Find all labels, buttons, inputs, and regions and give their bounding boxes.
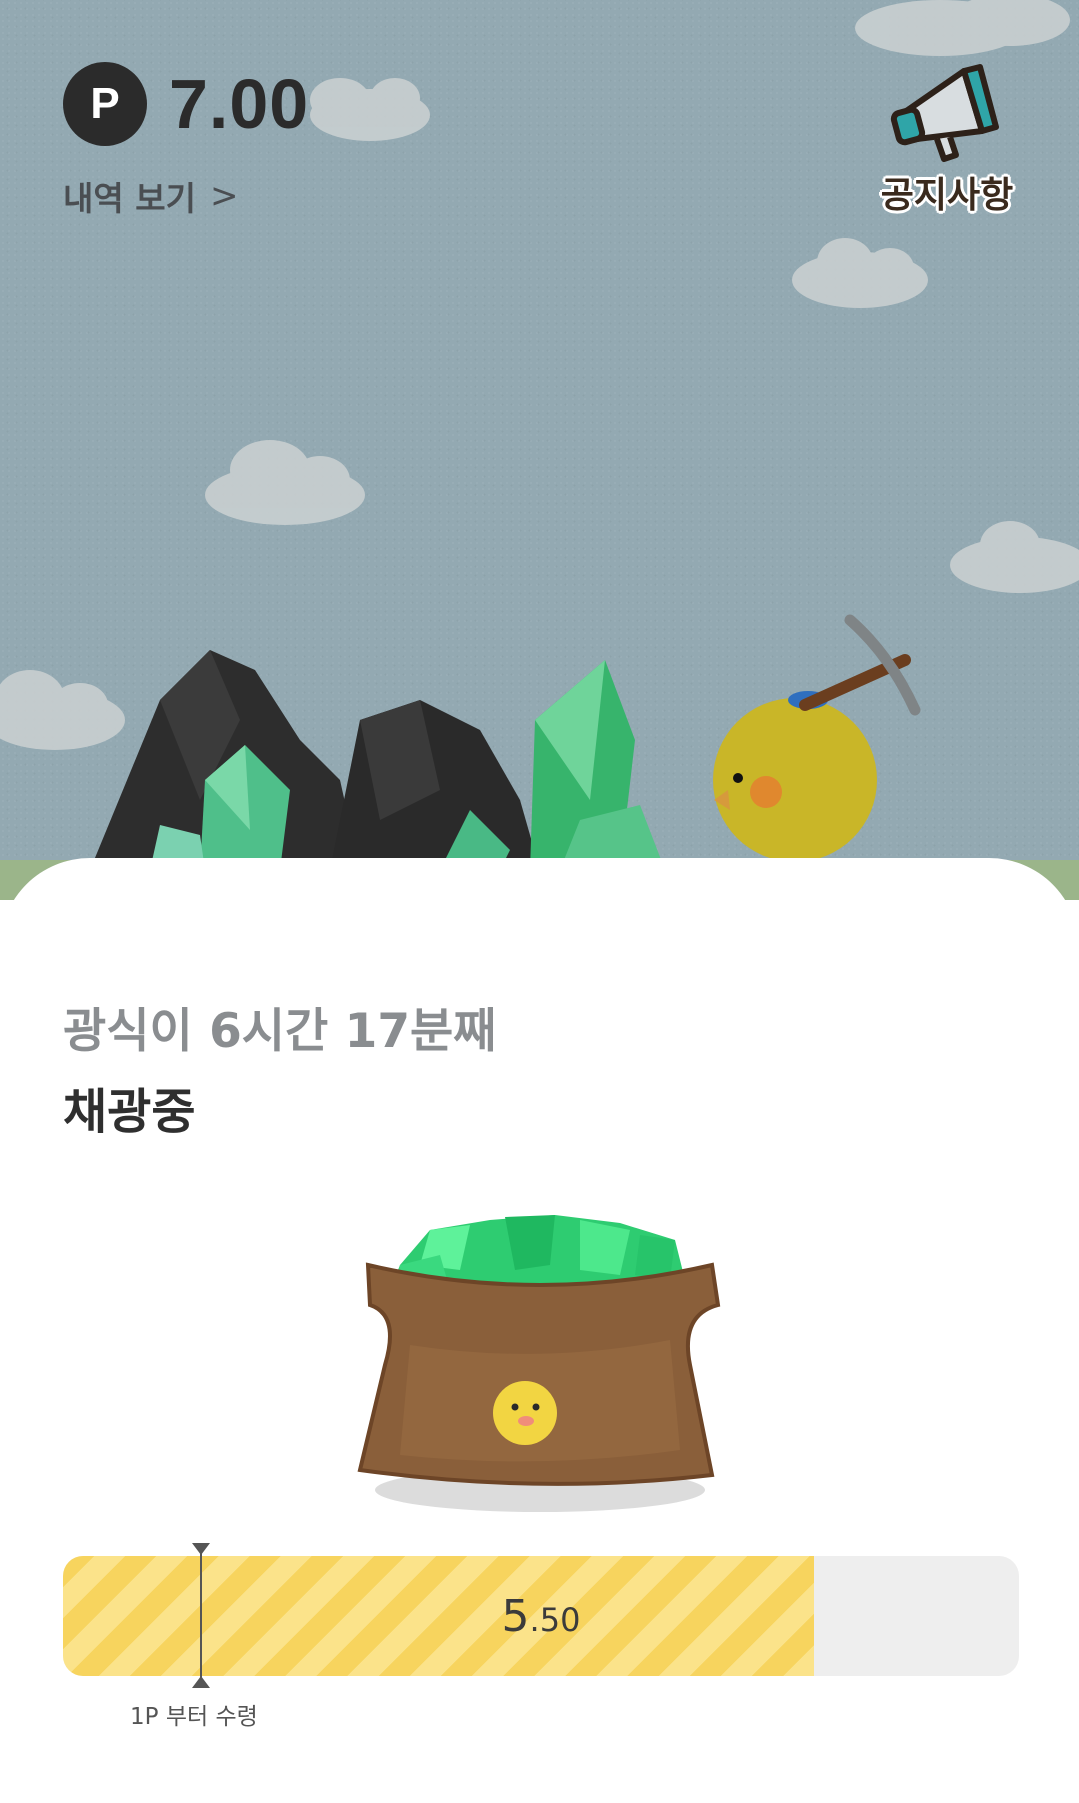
point-balance: P 7.00 xyxy=(63,62,309,146)
mining-progress-bar: 5 .50 xyxy=(63,1556,1019,1676)
history-link[interactable]: 내역 보기 > xyxy=(63,172,238,220)
mining-status-text: 채광중 xyxy=(63,1084,196,1140)
progress-value: 5 .50 xyxy=(63,1556,1019,1676)
progress-value-dec: .50 xyxy=(529,1601,581,1639)
chevron-right-icon: > xyxy=(209,176,239,216)
mining-duration-text: 광식이 6시간 17분째 xyxy=(63,1004,497,1059)
min-claim-marker xyxy=(192,1543,210,1688)
point-badge-icon: P xyxy=(63,62,147,146)
gem-sack-image xyxy=(357,1215,721,1512)
pickaxe-icon xyxy=(799,614,921,716)
chick-character xyxy=(713,614,921,862)
notice-button[interactable]: 공지사항 xyxy=(872,54,1022,224)
point-value: 7.00 xyxy=(169,65,310,143)
notice-label: 공지사항 xyxy=(880,175,1014,216)
progress-value-int: 5 xyxy=(501,1590,530,1642)
min-claim-label: 1P 부터 수령 xyxy=(130,1704,258,1730)
megaphone-icon xyxy=(890,64,999,162)
history-link-label: 내역 보기 xyxy=(63,179,196,218)
